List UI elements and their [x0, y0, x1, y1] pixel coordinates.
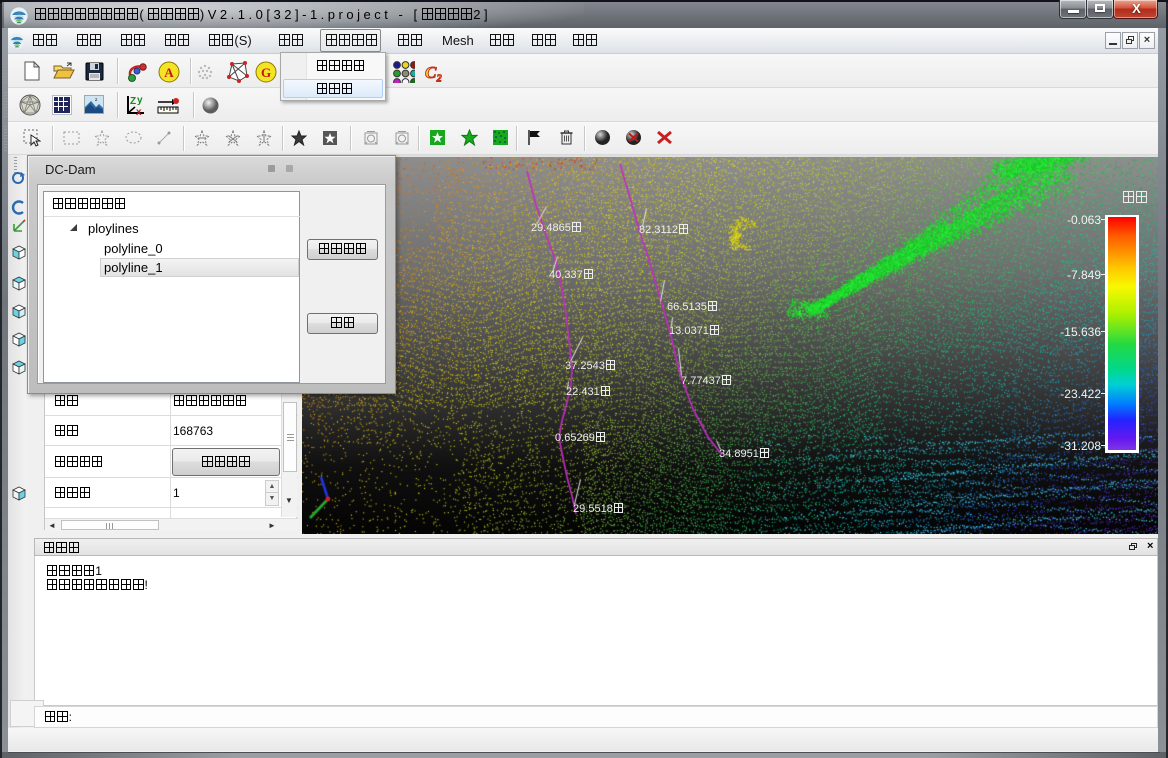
svg-text:C₂: C₂ — [425, 63, 442, 82]
svg-text:Z: Z — [130, 96, 136, 107]
svg-text:x: x — [136, 107, 142, 118]
svg-text:A: A — [164, 65, 174, 80]
svg-text:G: G — [261, 65, 271, 80]
svg-text:y: y — [137, 95, 143, 106]
